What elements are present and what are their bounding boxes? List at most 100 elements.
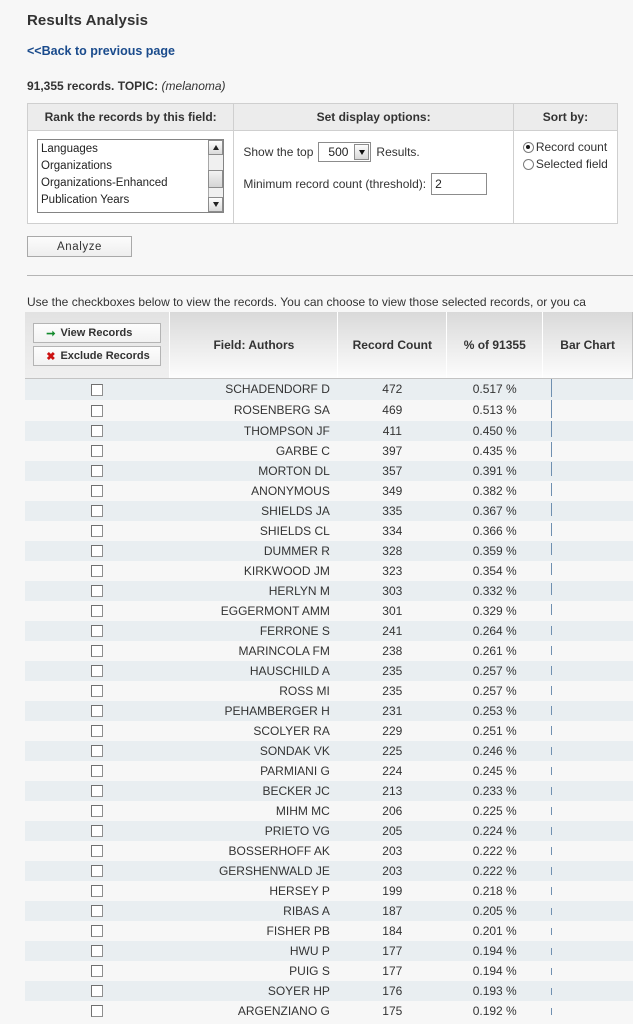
row-checkbox[interactable] [91,404,104,417]
bar-chart-bar [550,378,552,397]
listbox-option-languages[interactable]: Languages [41,141,223,158]
cell-percent: 0.382 % [472,483,517,498]
cell-author: ARGENZIANO G [237,1003,330,1018]
back-to-previous-page-link[interactable]: <<Back to previous page [27,44,175,58]
sort-option-record-count[interactable]: Record count [522,139,608,155]
sort-option-selected-field[interactable]: Selected field [522,156,608,172]
cell-author: ROSS MI [279,683,330,698]
row-checkbox[interactable] [91,465,104,478]
table-row: PARMIANI G 224 0.245 % [25,760,633,781]
row-checkbox[interactable] [91,545,104,558]
row-checkbox[interactable] [91,965,104,978]
cell-author: BOSSERHOFF AK [228,843,330,858]
row-checkbox[interactable] [91,765,104,778]
row-checkbox[interactable] [91,565,104,578]
cell-percent: 0.245 % [472,763,517,778]
cell-bar-chart [543,481,633,501]
row-checkbox-cell [25,740,170,761]
row-checkbox[interactable] [91,1005,104,1018]
bar-chart-bar [550,625,552,635]
row-checkbox[interactable] [91,505,104,518]
chevron-down-icon[interactable] [354,144,370,160]
column-header-record-count[interactable]: Record Count [337,312,448,379]
listbox-scrollbar[interactable] [208,140,223,212]
bar-chart-bar [550,665,552,675]
row-checkbox[interactable] [91,705,104,718]
row-checkbox[interactable] [91,605,104,618]
row-checkbox[interactable] [91,825,104,838]
column-header-percent[interactable]: % of 91355 [446,312,544,379]
row-checkbox-cell [25,940,170,961]
cell-author: GARBE C [275,443,330,458]
scroll-down-icon[interactable] [208,197,223,212]
column-header-bar-chart[interactable]: Bar Chart [542,312,633,379]
listbox-option-organizations-enhanced[interactable]: Organizations-Enhanced [41,175,223,192]
radio-selected-field[interactable] [522,158,534,170]
row-checkbox[interactable] [91,945,104,958]
row-checkbox[interactable] [91,885,104,898]
cell-bar-chart [542,740,633,761]
cell-percent: 0.222 % [472,843,517,858]
bar-chart-bar [550,746,552,755]
table-row: SCHADENDORF D 472 0.517 % [25,378,633,400]
row-checkbox[interactable] [91,685,104,698]
row-checkbox[interactable] [91,525,104,538]
view-records-button[interactable]: ➞ View Records [33,323,162,344]
row-checkbox[interactable] [91,845,104,858]
threshold-input[interactable] [431,173,488,195]
row-checkbox[interactable] [91,485,104,498]
cell-record-count: 334 [382,523,403,538]
percent-prefix: % of [463,337,490,352]
results-section: Use the checkboxes below to view the rec… [0,294,633,1021]
row-checkbox-cell [25,561,170,581]
cell-author: EGGERMONT AMM [220,603,330,618]
cell-percent: 0.367 % [446,500,543,521]
cell-bar-chart [543,961,633,981]
cell-author: GERSHENWALD JE [169,860,338,881]
listbox-option-organizations[interactable]: Organizations [41,158,223,175]
row-checkbox[interactable] [91,725,104,738]
rank-field-listbox[interactable]: Languages Organizations Organizations-En… [37,139,224,213]
cell-author: SONDAK VK [169,740,338,761]
cell-percent: 0.225 % [472,803,517,818]
scrollbar-thumb[interactable] [208,170,223,188]
analyze-button[interactable]: Analyze [27,236,132,257]
bar-chart-bar [550,543,552,555]
row-checkbox[interactable] [91,985,104,998]
table-row: PRIETO VG 205 0.224 % [25,820,633,841]
table-row: SHIELDS CL 334 0.366 % [25,520,633,541]
table-row: SONDAK VK 225 0.246 % [25,740,633,761]
cell-bar-chart [543,399,633,421]
row-checkbox[interactable] [91,905,104,918]
row-checkbox[interactable] [91,625,104,638]
radio-record-count[interactable] [522,141,534,153]
table-row: FERRONE S 241 0.264 % [25,620,633,641]
exclude-records-button[interactable]: ✖ Exclude Records [33,346,162,367]
row-checkbox[interactable] [91,383,104,396]
cell-percent: 0.513 % [472,403,517,417]
row-checkbox[interactable] [91,585,104,598]
cell-record-count: 199 [382,883,403,898]
row-checkbox[interactable] [91,645,104,658]
cell-author: RIBAS A [169,900,338,921]
row-checkbox-cell [25,400,170,421]
rank-field-header: Rank the records by this field: [26,103,235,131]
cell-author: SOYER HP [169,980,338,1001]
row-checkbox[interactable] [91,745,104,758]
row-checkbox[interactable] [91,425,104,438]
scroll-up-icon[interactable] [208,140,223,155]
row-checkbox[interactable] [91,865,104,878]
row-checkbox[interactable] [91,805,104,818]
column-header-field-authors[interactable]: Field: Authors [169,312,339,379]
row-checkbox[interactable] [91,665,104,678]
row-checkbox[interactable] [91,925,104,938]
row-checkbox[interactable] [91,445,104,458]
bar-chart-bar [550,967,552,975]
row-checkbox-cell [25,900,170,921]
table-row: HERSEY P 199 0.218 % [25,880,633,901]
cell-author: FERRONE S [169,620,338,641]
show-top-select[interactable]: 500 [318,142,372,162]
listbox-option-publication-years[interactable]: Publication Years [41,192,223,209]
cell-bar-chart [543,761,633,781]
row-checkbox[interactable] [91,785,104,798]
